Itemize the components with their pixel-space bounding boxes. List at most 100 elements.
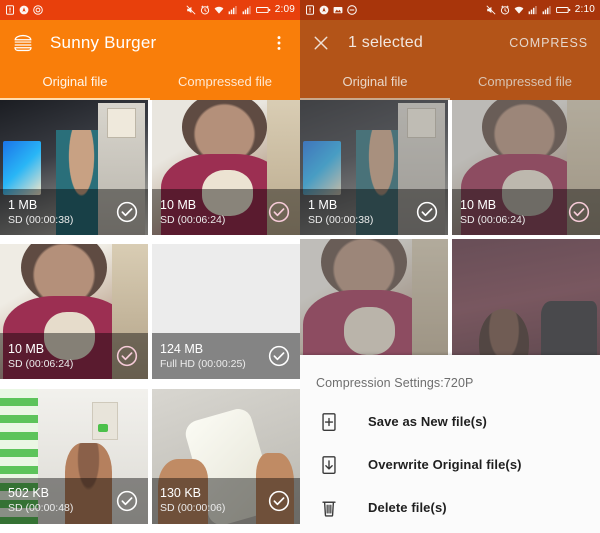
select-check-icon[interactable]: [268, 345, 290, 367]
file-caption: 502 KB SD (00:00:48): [0, 478, 148, 524]
file-detail: Full HD (00:00:25): [160, 357, 268, 371]
overflow-menu-icon[interactable]: [270, 34, 288, 52]
page-title: Sunny Burger: [50, 33, 156, 53]
alarm-icon: [500, 5, 510, 15]
sim-card-icon: [305, 5, 315, 15]
tab-compressed-file[interactable]: Compressed file: [450, 66, 600, 100]
file-grid-item[interactable]: 10 MB SD (00:06:24): [0, 244, 148, 379]
file-size: 124 MB: [160, 342, 268, 357]
file-detail: SD (00:00:38): [8, 213, 116, 227]
file-size: 1 MB: [308, 198, 416, 213]
burger-icon: [12, 32, 34, 54]
select-check-icon[interactable]: [416, 201, 438, 223]
action-overwrite-original[interactable]: Overwrite Original file(s): [300, 443, 600, 486]
file-size: 10 MB: [460, 198, 568, 213]
app-bar: 1 selected COMPRESS Original file Compre…: [300, 20, 600, 100]
signal-2-icon: [542, 5, 552, 15]
trash-icon: [318, 497, 340, 519]
select-check-icon[interactable]: [116, 490, 138, 512]
file-caption-text: 10 MB SD (00:06:24): [160, 198, 268, 227]
file-size: 10 MB: [160, 198, 268, 213]
save-new-file-icon: [318, 411, 340, 433]
selection-scrim: [300, 239, 448, 374]
status-notification-icons: [305, 5, 357, 15]
action-delete-files[interactable]: Delete file(s): [300, 486, 600, 529]
screenshot-root: 2:09 Sunny Burger Original file Compress…: [0, 0, 600, 533]
mute-icon: [186, 5, 196, 15]
select-check-icon[interactable]: [568, 201, 590, 223]
status-notification-icons: [5, 5, 43, 15]
status-bar: 2:10: [300, 0, 600, 20]
bottom-sheet: Compression Settings:720P Save as New fi…: [300, 355, 600, 533]
app-bar: Sunny Burger Original file Compressed fi…: [0, 20, 300, 100]
file-grid: 1 MB SD (00:00:38): [0, 100, 300, 533]
file-caption-text: 130 KB SD (00:00:06): [160, 486, 268, 515]
selection-scrim: [452, 239, 600, 374]
file-grid-item[interactable]: 502 KB SD (00:00:48): [0, 389, 148, 524]
tab-original-file[interactable]: Original file: [300, 66, 450, 100]
tab-bar: Original file Compressed file: [300, 66, 600, 100]
signal-1-icon: [228, 5, 238, 15]
file-caption: 130 KB SD (00:00:06): [152, 478, 300, 524]
action-label: Delete file(s): [368, 500, 447, 515]
action-label: Overwrite Original file(s): [368, 457, 522, 472]
compression-settings-label: Compression Settings:720P: [300, 355, 600, 390]
file-detail: SD (00:06:24): [8, 357, 116, 371]
select-check-icon[interactable]: [268, 201, 290, 223]
file-grid-item[interactable]: 1 MB SD (00:00:38): [0, 100, 148, 235]
tab-bar: Original file Compressed file: [0, 66, 300, 100]
file-grid-item[interactable]: 10 MB SD (00:06:24): [152, 100, 300, 235]
tab-indicator: [0, 98, 150, 101]
file-caption-text: 124 MB Full HD (00:00:25): [160, 342, 268, 371]
file-detail: SD (00:06:24): [160, 213, 268, 227]
wifi-icon: [514, 5, 524, 15]
app-bar-top-row: 1 selected COMPRESS: [300, 20, 600, 66]
status-time: 2:10: [575, 5, 595, 15]
alarm-icon: [200, 5, 210, 15]
location-icon: [319, 5, 329, 15]
tab-compressed-file[interactable]: Compressed file: [150, 66, 300, 100]
file-caption: 1 MB SD (00:00:38): [0, 189, 148, 235]
sim-card-icon: [5, 5, 15, 15]
select-check-icon[interactable]: [116, 345, 138, 367]
alarm-ring-icon: [33, 5, 43, 15]
screen-selection: 2:10 1 selected COMPRESS Original file C…: [300, 0, 600, 533]
file-detail: SD (00:00:48): [8, 501, 116, 515]
file-caption-text: 1 MB SD (00:00:38): [308, 198, 416, 227]
status-system-icons: 2:09: [186, 5, 295, 15]
tab-original-file[interactable]: Original file: [0, 66, 150, 100]
file-grid-item[interactable]: 130 KB SD (00:00:06): [152, 389, 300, 524]
status-bar: 2:09: [0, 0, 300, 20]
file-caption-text: 10 MB SD (00:06:24): [460, 198, 568, 227]
file-caption: 10 MB SD (00:06:24): [452, 189, 600, 235]
file-detail: SD (00:00:38): [308, 213, 416, 227]
file-size: 1 MB: [8, 198, 116, 213]
battery-icon: [256, 5, 271, 15]
file-size: 130 KB: [160, 486, 268, 501]
status-time: 2:09: [275, 5, 295, 15]
app-bar-top-row: Sunny Burger: [0, 20, 300, 66]
close-icon[interactable]: [312, 34, 330, 52]
select-check-icon[interactable]: [268, 490, 290, 512]
file-grid-item[interactable]: 10 MB SD (00:06:24): [452, 100, 600, 235]
bottom-sheet-actions: Save as New file(s) Overwrite Original f…: [300, 390, 600, 529]
select-check-icon[interactable]: [116, 201, 138, 223]
signal-1-icon: [528, 5, 538, 15]
file-caption: 10 MB SD (00:06:24): [0, 333, 148, 379]
file-grid-item[interactable]: 124 MB Full HD (00:00:25): [152, 244, 300, 379]
file-size: 10 MB: [8, 342, 116, 357]
file-size: 502 KB: [8, 486, 116, 501]
file-grid-item[interactable]: [452, 239, 600, 374]
action-save-as-new[interactable]: Save as New file(s): [300, 400, 600, 443]
image-icon: [333, 5, 343, 15]
file-caption: 124 MB Full HD (00:00:25): [152, 333, 300, 379]
file-caption-text: 1 MB SD (00:00:38): [8, 198, 116, 227]
selection-count-title: 1 selected: [348, 34, 423, 52]
file-caption: 1 MB SD (00:00:38): [300, 189, 448, 235]
signal-2-icon: [242, 5, 252, 15]
status-system-icons: 2:10: [486, 5, 595, 15]
compress-button[interactable]: COMPRESS: [509, 36, 588, 50]
file-grid-item[interactable]: [300, 239, 448, 374]
file-grid-item[interactable]: 1 MB SD (00:00:38): [300, 100, 448, 235]
file-caption: 10 MB SD (00:06:24): [152, 189, 300, 235]
